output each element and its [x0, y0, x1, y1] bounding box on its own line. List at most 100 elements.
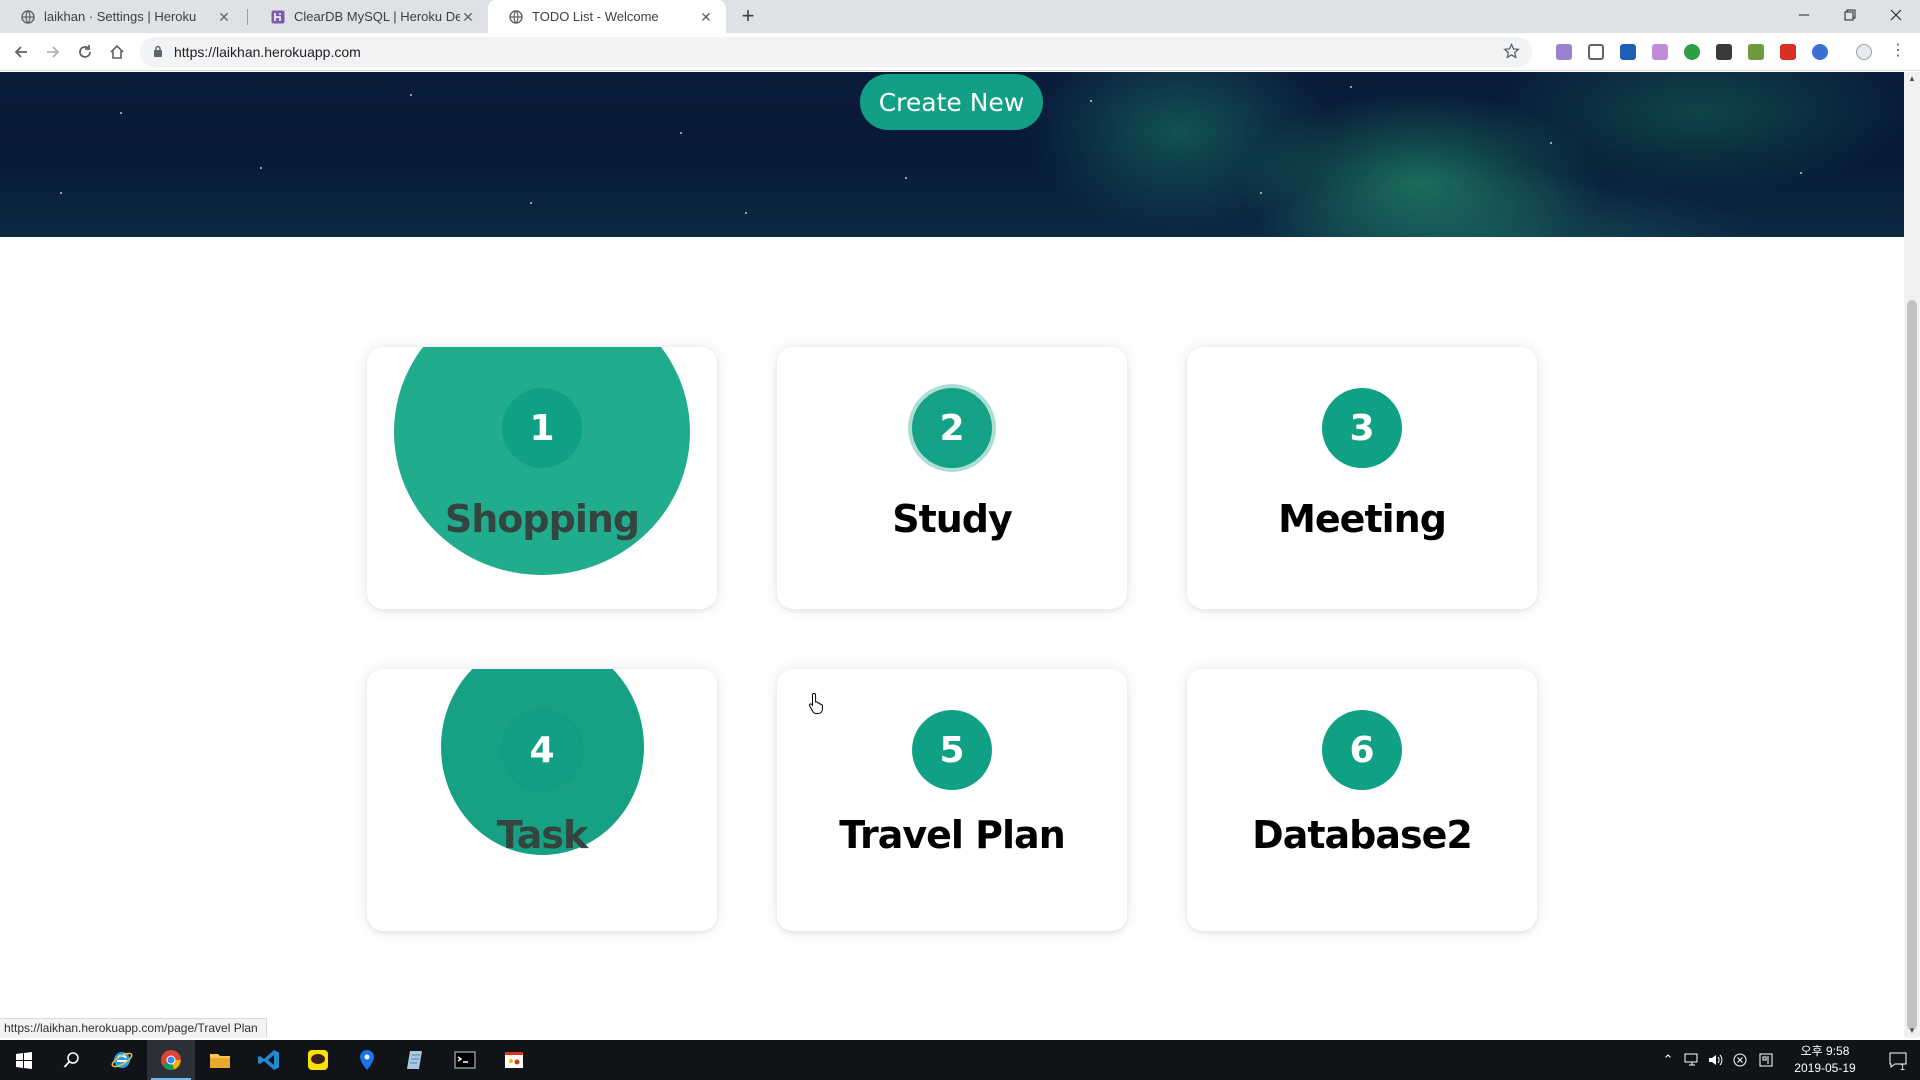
todo-card-meeting[interactable]: 3 Meeting [1187, 347, 1537, 609]
tab-title: TODO List - Welcome [532, 9, 659, 24]
extension-blue-icon[interactable] [1812, 44, 1828, 60]
star-dot [1550, 142, 1552, 144]
menu-icon[interactable]: ⋮ [1890, 43, 1906, 60]
star-dot [60, 192, 62, 194]
new-tab-button[interactable]: + [736, 5, 760, 29]
star-dot [1350, 86, 1352, 88]
hand-cursor-icon [808, 692, 823, 714]
lock-icon [154, 45, 162, 57]
extension-es-icon[interactable] [1716, 44, 1732, 60]
extension-pocket-icon[interactable] [1588, 44, 1604, 60]
extension-lens-icon[interactable] [1652, 44, 1668, 60]
home-button[interactable] [104, 39, 130, 65]
taskbar-terminal[interactable] [441, 1040, 489, 1080]
paint-icon [505, 1052, 523, 1068]
todo-card-shopping[interactable]: 1 Shopping [367, 347, 717, 609]
taskbar-paint[interactable] [490, 1040, 538, 1080]
tab-title: laikhan · Settings | Heroku [44, 9, 197, 24]
card-number-badge: 3 [1322, 388, 1402, 468]
tab-divider [247, 9, 248, 25]
todo-card-task[interactable]: 4 Task [367, 669, 717, 931]
star-dot [410, 94, 412, 96]
close-icon[interactable]: ✕ [698, 9, 714, 25]
todo-card-database2[interactable]: 6 Database2 [1187, 669, 1537, 931]
taskbar-maps[interactable] [343, 1040, 391, 1080]
address-bar[interactable]: https://laikhan.herokuapp.com [140, 37, 1532, 67]
status-error-icon[interactable] [1728, 1040, 1752, 1080]
network-icon[interactable] [1680, 1040, 1704, 1080]
extension-pen-icon[interactable] [1556, 44, 1572, 60]
extension-tag-icon[interactable] [1748, 44, 1764, 60]
extension-v-icon[interactable] [1620, 44, 1636, 60]
star-icon[interactable] [1503, 43, 1520, 60]
kakaotalk-icon [308, 1050, 328, 1070]
close-window-button[interactable] [1874, 0, 1918, 30]
star-dot [120, 112, 122, 114]
tray-overflow-icon[interactable]: ⌃ [1656, 1040, 1680, 1080]
card-title: Travel Plan [839, 813, 1066, 857]
terminal-icon [454, 1051, 476, 1069]
todo-card-study[interactable]: 2 Study [777, 347, 1127, 609]
tab-heroku-settings[interactable]: laikhan · Settings | Heroku ✕ [0, 0, 244, 33]
star-dot [260, 167, 262, 169]
taskbar-kakaotalk[interactable] [294, 1040, 342, 1080]
card-number-badge: 5 [912, 710, 992, 790]
heroku-icon [270, 9, 285, 24]
internet-explorer-icon [111, 1052, 133, 1068]
tab-todo-list[interactable]: TODO List - Welcome ✕ [488, 0, 726, 33]
close-icon[interactable]: ✕ [460, 9, 476, 25]
taskbar-ie[interactable] [98, 1040, 146, 1080]
scroll-up-arrow-icon[interactable]: ▲ [1904, 72, 1920, 86]
home-icon [110, 44, 124, 59]
tab-cleardb[interactable]: ClearDB MySQL | Heroku Dev C ✕ [250, 0, 488, 33]
chrome-icon [161, 1050, 181, 1070]
scroll-down-arrow-icon[interactable]: ▼ [1904, 1024, 1920, 1038]
taskbar-chrome[interactable] [147, 1040, 195, 1080]
taskbar-vscode[interactable] [245, 1040, 293, 1080]
back-button[interactable] [8, 39, 34, 65]
profile-avatar-icon[interactable] [1856, 44, 1872, 60]
card-title: Study [892, 497, 1013, 541]
search-button[interactable] [48, 1040, 96, 1080]
globe-icon [20, 9, 35, 24]
start-button[interactable] [0, 1040, 48, 1080]
reload-button[interactable] [72, 39, 98, 65]
todo-card-travel-plan[interactable]: 5 Travel Plan [777, 669, 1127, 931]
volume-icon[interactable] [1704, 1040, 1728, 1080]
folder-icon [210, 1054, 230, 1068]
search-icon [63, 1052, 79, 1068]
reload-icon [79, 45, 91, 58]
address-url: https://laikhan.herokuapp.com [174, 44, 361, 60]
star-dot [745, 212, 747, 214]
minimize-button[interactable] [1782, 0, 1826, 30]
star-dot [1800, 172, 1802, 174]
taskbar-clock[interactable]: 오후 9:58 2019-05-19 [1780, 1043, 1870, 1077]
star-dot [680, 132, 682, 134]
taskbar-file-explorer[interactable] [196, 1040, 244, 1080]
card-title: Database2 [1252, 813, 1473, 857]
star-dot [1090, 100, 1092, 102]
card-number-badge: 2 [912, 388, 992, 468]
globe-icon [508, 9, 523, 24]
ime-icon[interactable] [1754, 1040, 1778, 1080]
close-icon[interactable]: ✕ [216, 9, 232, 25]
taskbar-notes[interactable] [392, 1040, 440, 1080]
star-dot [905, 177, 907, 179]
minimize-icon [1799, 14, 1809, 16]
create-new-button[interactable]: Create New [860, 74, 1043, 130]
arrow-right-icon [47, 46, 60, 58]
windows-taskbar: ⌃ 오후 9:58 2019-05-19 1 [0, 1040, 1920, 1080]
browser-tab-strip: laikhan · Settings | Heroku ✕ ClearDB My… [0, 0, 1920, 33]
star-dot [1260, 192, 1262, 194]
extension-ublock-icon[interactable] [1780, 44, 1796, 60]
forward-button[interactable] [40, 39, 66, 65]
action-center-button[interactable]: 1 [1878, 1040, 1918, 1080]
scrollbar-thumb[interactable] [1907, 300, 1917, 1030]
map-pin-icon [360, 1050, 374, 1070]
clock-date: 2019-05-19 [1794, 1061, 1856, 1075]
extension-shield-icon[interactable] [1684, 44, 1700, 60]
restore-button[interactable] [1828, 0, 1872, 30]
arrow-left-icon [14, 46, 27, 58]
restore-icon [1844, 9, 1856, 21]
tab-title: ClearDB MySQL | Heroku Dev C [294, 9, 460, 24]
